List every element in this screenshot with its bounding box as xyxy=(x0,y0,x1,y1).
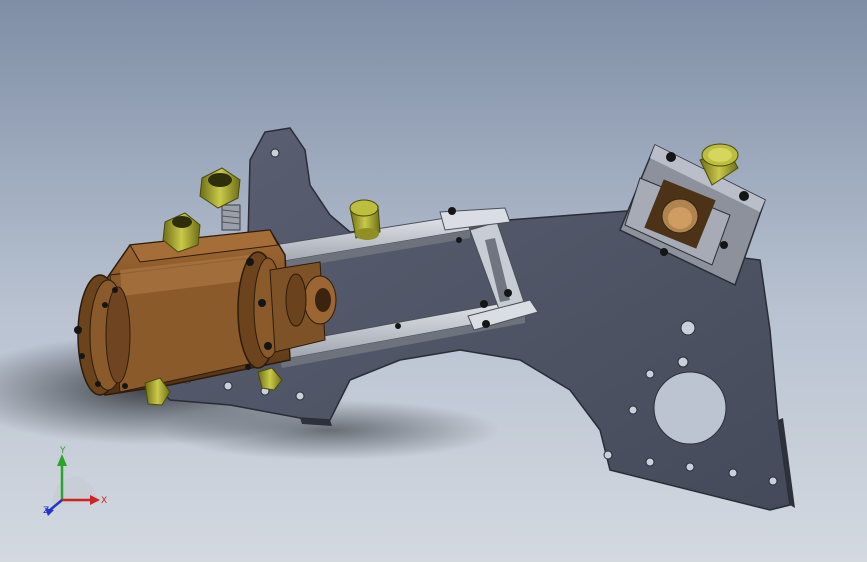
bolt-icon xyxy=(258,299,266,307)
bolt-icon xyxy=(112,287,118,293)
plate-hole xyxy=(680,320,696,336)
bolt-icon xyxy=(264,342,272,350)
bolt-icon xyxy=(395,323,401,329)
plate-hole xyxy=(603,450,613,460)
plate-hole xyxy=(628,405,638,415)
bolt-icon xyxy=(79,353,85,359)
plate-hole xyxy=(645,369,655,379)
bolt-icon xyxy=(666,152,676,162)
plate-hole xyxy=(653,371,727,445)
bolt-icon xyxy=(246,258,254,266)
brass-fitting-top[interactable] xyxy=(199,167,241,231)
bolt-icon xyxy=(739,191,749,201)
bolt-icon xyxy=(660,248,668,256)
plate-hole xyxy=(223,381,233,391)
bolt-icon xyxy=(448,207,456,215)
plate-hole xyxy=(768,476,778,486)
model-canvas[interactable]: Y X Z xyxy=(0,0,867,562)
bolt-icon xyxy=(245,364,251,370)
y-axis-label: Y xyxy=(59,446,66,456)
plate-hole xyxy=(728,468,738,478)
plate-hole xyxy=(677,356,689,368)
bolt-icon xyxy=(482,320,490,328)
plate-hole xyxy=(270,148,280,158)
bolt-icon xyxy=(95,381,101,387)
bolt-icon xyxy=(74,326,82,334)
bolt-icon xyxy=(720,241,728,249)
bolt-icon xyxy=(102,302,108,308)
z-axis-label: Z xyxy=(43,506,49,516)
bolt-icon xyxy=(504,289,512,297)
bolt-icon xyxy=(456,237,462,243)
reference-triad: Y X Z xyxy=(43,446,107,516)
3d-graphics-viewport[interactable]: Y X Z xyxy=(0,0,867,562)
bolt-icon xyxy=(480,300,488,308)
bolt-icon xyxy=(122,383,128,389)
plate-hole xyxy=(685,462,695,472)
x-axis-label: X xyxy=(101,496,107,506)
plate-hole xyxy=(645,457,655,467)
plate-hole xyxy=(295,391,305,401)
